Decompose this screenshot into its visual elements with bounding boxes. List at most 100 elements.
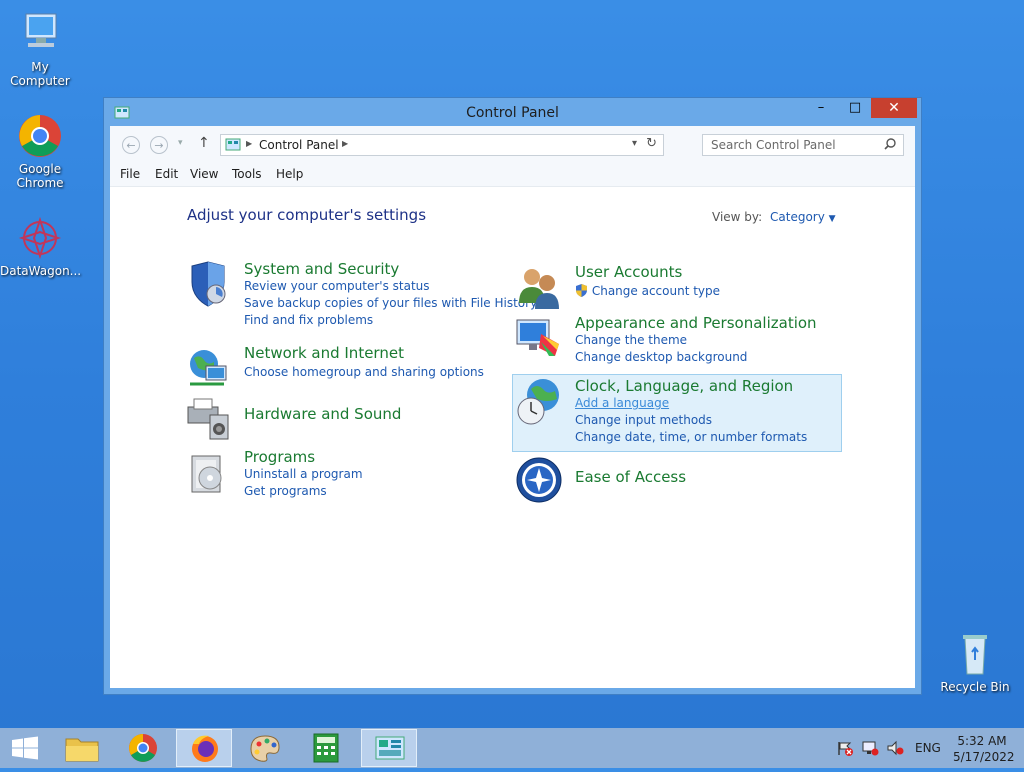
control-panel-address-icon <box>225 138 241 155</box>
refresh-icon[interactable]: ↻ <box>646 136 657 151</box>
category-hardware-sound[interactable]: Hardware and Sound <box>187 398 401 440</box>
network-globe-icon <box>184 344 232 392</box>
appearance-monitor-icon <box>515 314 563 362</box>
printer-speaker-icon <box>184 393 232 441</box>
menu-bar: File Edit View Tools Help <box>110 162 915 187</box>
desktop-icon-my-computer[interactable]: My Computer <box>0 10 80 88</box>
category-system-security[interactable]: System and Security Review your computer… <box>191 260 537 329</box>
category-title[interactable]: Clock, Language, and Region <box>575 377 807 395</box>
uac-shield-icon <box>575 284 588 297</box>
title-bar[interactable]: Control Panel – □ ✕ <box>104 98 921 126</box>
paint-palette-icon <box>250 735 280 762</box>
desktop-icon-recycle-bin[interactable]: Recycle Bin <box>935 630 1015 694</box>
maximize-button[interactable]: □ <box>841 98 869 118</box>
menu-view[interactable]: View <box>190 167 218 181</box>
clock-time: 5:32 AM <box>957 734 1007 748</box>
action-center-flag-icon[interactable] <box>836 740 854 759</box>
category-link[interactable]: Change account type <box>575 283 720 300</box>
view-by-label: View by: <box>712 210 763 224</box>
breadcrumb-chevron-icon[interactable]: ▶ <box>342 139 348 148</box>
input-language-indicator[interactable]: ENG <box>915 741 941 755</box>
taskbar-chrome[interactable] <box>115 729 171 767</box>
network-status-icon[interactable] <box>861 740 879 759</box>
taskbar-file-explorer[interactable] <box>54 729 110 767</box>
category-programs[interactable]: Programs Uninstall a program Get program… <box>191 448 363 500</box>
breadcrumb-control-panel[interactable]: Control Panel <box>259 138 339 152</box>
taskbar-firefox[interactable] <box>176 729 232 767</box>
change-account-type-link[interactable]: Change account type <box>592 284 720 298</box>
page-title: Adjust your computer's settings <box>187 206 427 224</box>
taskbar-control-panel[interactable] <box>361 729 417 767</box>
ease-of-access-icon <box>515 456 563 504</box>
category-title[interactable]: User Accounts <box>575 263 720 281</box>
programs-box-icon <box>184 448 232 496</box>
control-panel-window: Control Panel – □ ✕ ← → ▾ ↑ ▶ Control Pa… <box>103 97 922 695</box>
volume-muted-icon[interactable] <box>886 740 904 759</box>
category-link[interactable]: Review your computer's status <box>244 278 537 295</box>
computer-icon <box>16 10 64 58</box>
category-link[interactable]: Change the theme <box>575 332 817 349</box>
category-link[interactable]: Uninstall a program <box>244 466 363 483</box>
category-link[interactable]: Save backup copies of your files with Fi… <box>244 295 537 312</box>
desktop-icon-datawagon[interactable]: DataWagon... <box>0 214 82 278</box>
dropdown-arrow-icon: ▼ <box>828 214 836 224</box>
recycle-bin-icon <box>951 630 999 678</box>
desktop-icon-google-chrome[interactable]: Google Chrome <box>0 112 80 190</box>
category-link[interactable]: Change input methods <box>575 412 807 429</box>
category-link[interactable]: Choose homegroup and sharing options <box>244 364 484 381</box>
category-title[interactable]: Hardware and Sound <box>244 405 401 423</box>
search-placeholder: Search Control Panel <box>711 138 836 152</box>
view-by-value: Category <box>770 210 825 224</box>
category-title[interactable]: Ease of Access <box>575 468 686 486</box>
minimize-button[interactable]: – <box>807 98 835 118</box>
close-button[interactable]: ✕ <box>871 98 917 118</box>
chrome-icon <box>129 734 157 762</box>
up-button[interactable]: ↑ <box>198 135 210 151</box>
address-dropdown-icon[interactable]: ▾ <box>632 138 637 149</box>
navigation-bar: ← → ▾ ↑ ▶ Control Panel ▶ ▾ ↻ Search Con… <box>110 126 915 162</box>
menu-help[interactable]: Help <box>276 167 303 181</box>
view-by-dropdown[interactable]: Category ▼ <box>770 210 836 224</box>
category-network-internet[interactable]: Network and Internet Choose homegroup an… <box>190 344 484 386</box>
search-input[interactable]: Search Control Panel <box>702 134 904 156</box>
windows-logo-icon <box>12 736 38 760</box>
user-accounts-icon <box>515 263 563 311</box>
category-title[interactable]: Appearance and Personalization <box>575 314 817 332</box>
clock-date: 5/17/2022 <box>953 750 1015 764</box>
clock[interactable]: 5:32 AM 5/17/2022 <box>953 733 1015 765</box>
back-button[interactable]: ← <box>122 136 140 154</box>
search-icon <box>883 137 897 154</box>
category-ease-of-access[interactable]: Ease of Access <box>516 457 686 503</box>
taskbar-paint[interactable] <box>237 729 293 767</box>
category-appearance-personalization[interactable]: Appearance and Personalization Change th… <box>516 314 817 366</box>
category-clock-language-region[interactable]: Clock, Language, and Region Add a langua… <box>517 377 807 446</box>
menu-tools[interactable]: Tools <box>232 167 262 181</box>
taskbar-calculator[interactable] <box>298 729 354 767</box>
desktop-icon-label: DataWagon... <box>0 264 82 278</box>
calculator-icon <box>313 733 339 763</box>
address-bar[interactable]: ▶ Control Panel ▶ ▾ ↻ <box>220 134 664 156</box>
category-title[interactable]: Programs <box>244 448 363 466</box>
category-title[interactable]: System and Security <box>244 260 537 278</box>
taskbar: ENG 5:32 AM 5/17/2022 <box>0 728 1024 768</box>
menu-file[interactable]: File <box>120 167 140 181</box>
category-link[interactable]: Change date, time, or number formats <box>575 429 807 446</box>
category-link[interactable]: Find and fix problems <box>244 312 537 329</box>
window-title: Control Panel <box>466 105 559 121</box>
menu-edit[interactable]: Edit <box>155 167 178 181</box>
datawagon-icon <box>16 214 64 262</box>
category-user-accounts[interactable]: User Accounts Change account type <box>519 263 720 309</box>
forward-button[interactable]: → <box>150 136 168 154</box>
desktop-icon-label: Recycle Bin <box>940 680 1010 694</box>
category-link[interactable]: Change desktop background <box>575 349 817 366</box>
recent-locations-chevron-icon[interactable]: ▾ <box>178 138 183 148</box>
start-button[interactable] <box>0 729 50 767</box>
shield-icon <box>184 260 232 308</box>
desktop-icon-label: My Computer <box>10 60 70 88</box>
category-link[interactable]: Get programs <box>244 483 363 500</box>
chrome-icon <box>16 112 64 160</box>
category-title[interactable]: Network and Internet <box>244 344 484 362</box>
firefox-icon <box>192 735 218 762</box>
control-panel-icon <box>375 736 405 760</box>
category-link[interactable]: Add a language <box>575 395 807 412</box>
